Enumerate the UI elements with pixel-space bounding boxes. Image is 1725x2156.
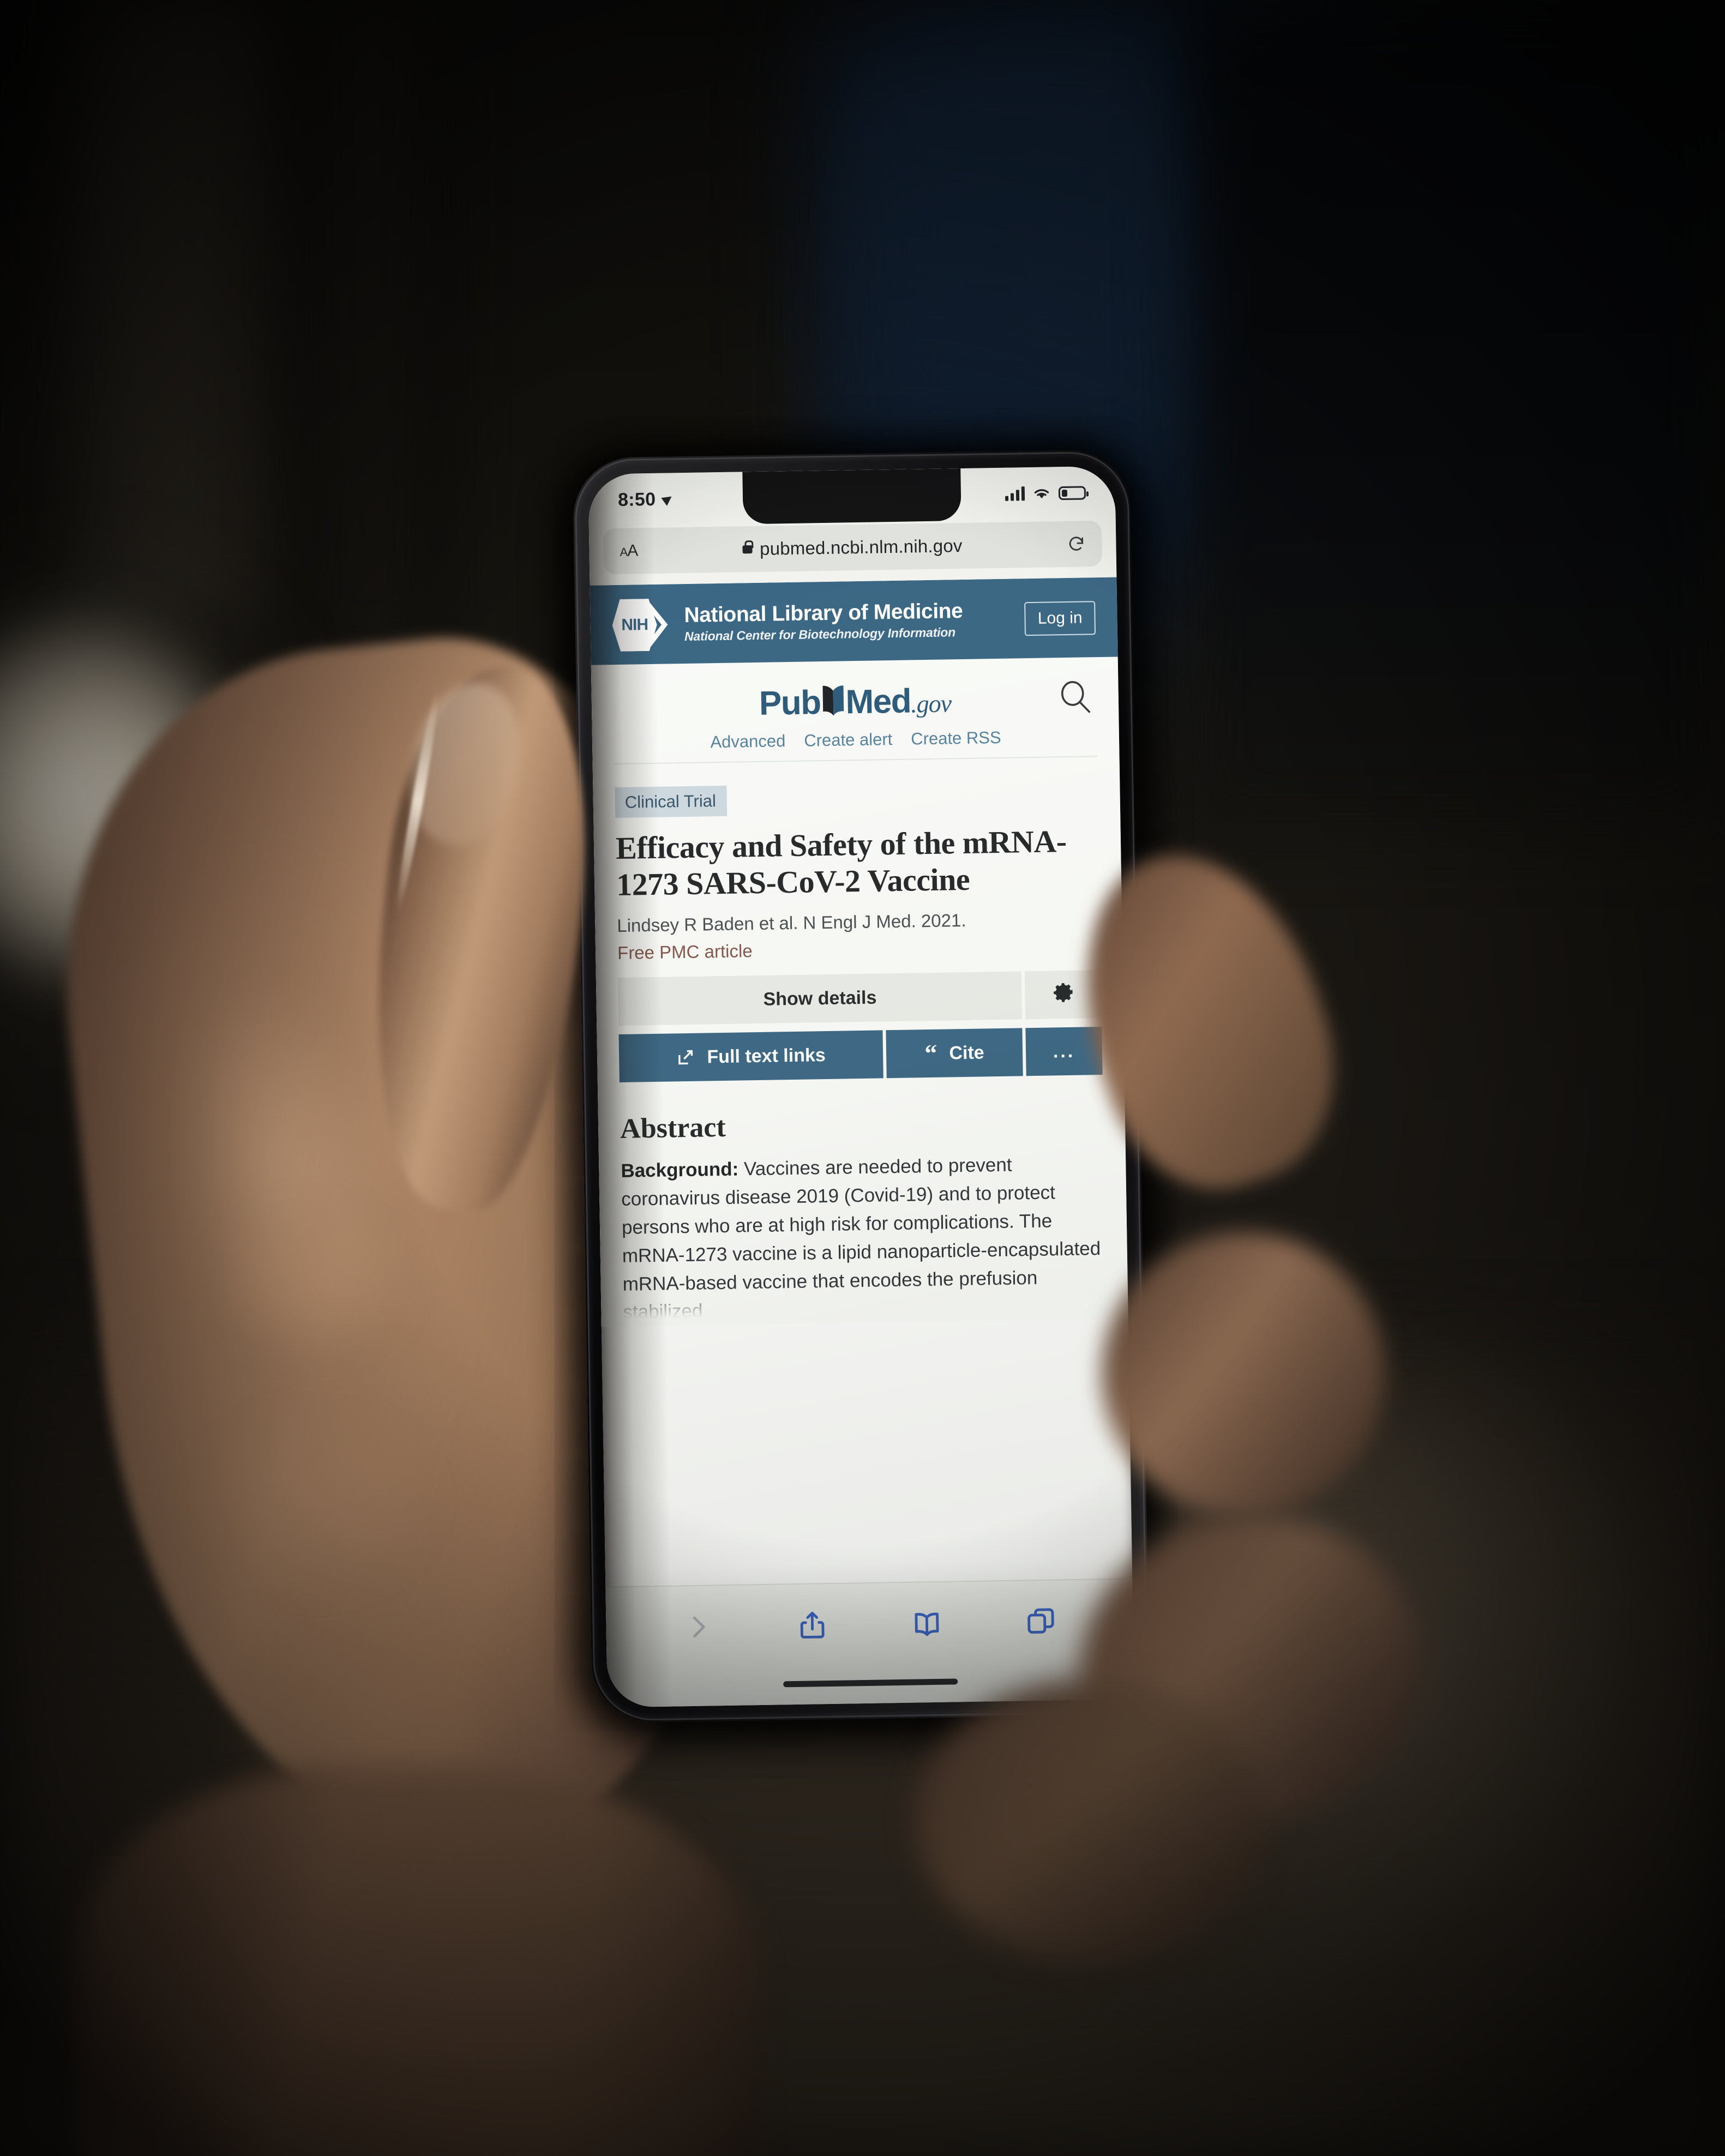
photo-scene: 8:50 xyxy=(0,0,1725,2156)
photo-vignette xyxy=(0,0,1725,2156)
